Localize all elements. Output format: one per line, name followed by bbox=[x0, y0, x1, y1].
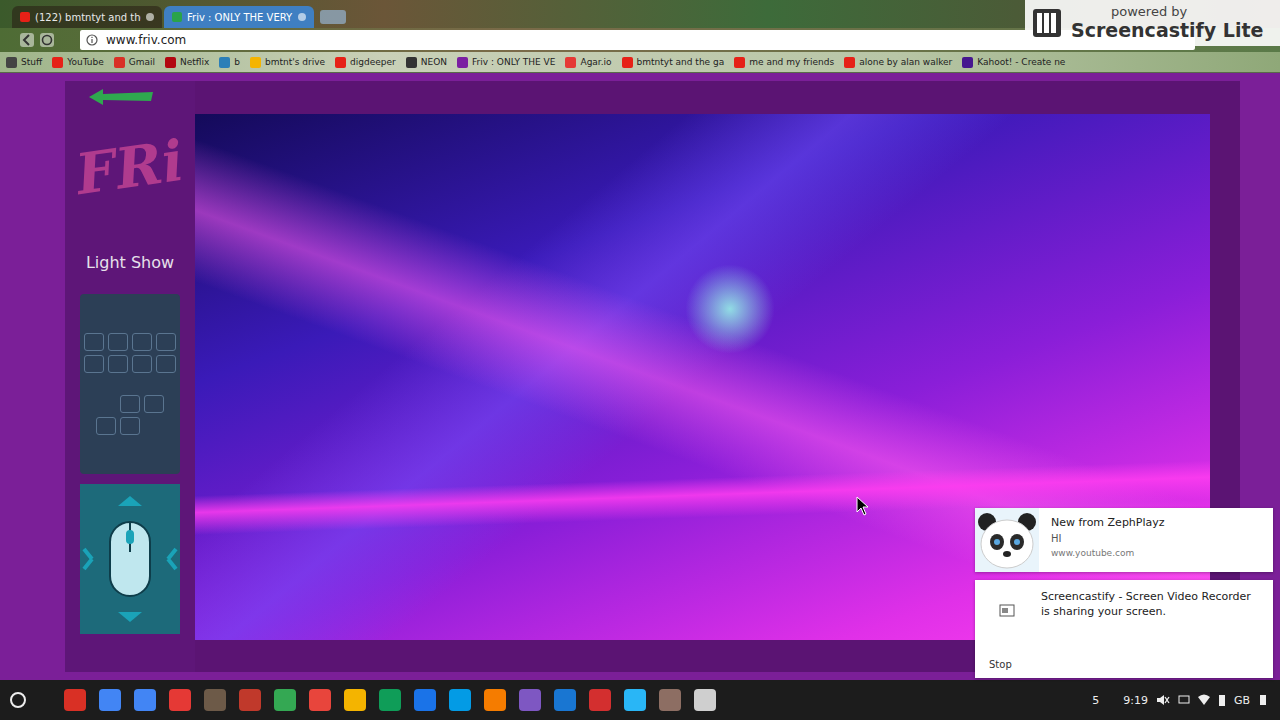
game-title: Light Show bbox=[86, 253, 174, 272]
screen-share-icon bbox=[1178, 694, 1190, 706]
bookmark[interactable]: alone by alan walker bbox=[844, 57, 952, 68]
app-icon[interactable] bbox=[624, 689, 646, 711]
bookmark-favicon-icon bbox=[962, 57, 973, 68]
reload-icon[interactable] bbox=[40, 33, 54, 47]
tab-favicon-icon bbox=[20, 12, 30, 22]
bookmark[interactable]: bmtntyt and the ga bbox=[622, 57, 725, 68]
app-icon[interactable] bbox=[344, 689, 366, 711]
bookmark-favicon-icon bbox=[6, 57, 17, 68]
mouse-icon bbox=[80, 494, 180, 624]
bookmark-favicon-icon bbox=[114, 57, 125, 68]
screencastify-notification: Screencastify - Screen Video Recorder is… bbox=[975, 580, 1273, 678]
app-list bbox=[26, 689, 1092, 711]
arrow-keys-icon bbox=[96, 395, 164, 435]
bookmark-favicon-icon bbox=[165, 57, 176, 68]
mouse-controls bbox=[80, 484, 180, 634]
bookmark-favicon-icon bbox=[457, 57, 468, 68]
bookmark[interactable]: b bbox=[219, 57, 240, 68]
app-icon[interactable] bbox=[204, 689, 226, 711]
light-glow bbox=[685, 264, 775, 354]
app-icon[interactable] bbox=[274, 689, 296, 711]
stop-button[interactable]: Stop bbox=[975, 659, 1273, 670]
bookmark-favicon-icon bbox=[52, 57, 63, 68]
browser-tab[interactable]: (122) bmtntyt and the g bbox=[12, 6, 162, 28]
app-icon[interactable] bbox=[484, 689, 506, 711]
notification-center: New from ZephPlayzHIwww.youtube.com Scree… bbox=[975, 508, 1273, 678]
input-locale: GB bbox=[1234, 694, 1250, 707]
keyboard-controls bbox=[80, 294, 180, 474]
bookmark[interactable]: Agar.io bbox=[565, 57, 611, 68]
back-arrow-icon[interactable] bbox=[87, 87, 157, 107]
app-icon[interactable] bbox=[64, 689, 86, 711]
screen: (122) bmtntyt and the gFriv : ONLY THE V… bbox=[0, 0, 1280, 720]
screen-share-icon bbox=[999, 604, 1015, 618]
bookmark[interactable]: me and my friends bbox=[734, 57, 834, 68]
status-tray[interactable]: 5 9:19 GB bbox=[1092, 694, 1270, 707]
app-icon[interactable] bbox=[99, 689, 121, 711]
app-icon[interactable] bbox=[169, 689, 191, 711]
app-icon[interactable] bbox=[379, 689, 401, 711]
bookmark-favicon-icon bbox=[219, 57, 230, 68]
back-icon[interactable] bbox=[20, 33, 34, 47]
game-sidebar: FRi Light Show bbox=[65, 81, 195, 672]
shelf: 5 9:19 GB bbox=[0, 680, 1280, 720]
panda-avatar-icon bbox=[975, 508, 1039, 572]
app-icon[interactable] bbox=[449, 689, 471, 711]
tab-close-icon[interactable] bbox=[298, 13, 306, 21]
battery-icon bbox=[1218, 694, 1226, 706]
bookmark-favicon-icon bbox=[734, 57, 745, 68]
app-icon[interactable] bbox=[519, 689, 541, 711]
bookmark[interactable]: NEON bbox=[406, 57, 447, 68]
bookmarks-bar: Stuff YouTube Gmail Netflix b bmtnt's drive di… bbox=[0, 52, 1280, 73]
app-icon[interactable] bbox=[589, 689, 611, 711]
bookmark-favicon-icon bbox=[335, 57, 346, 68]
tab-close-icon[interactable] bbox=[146, 13, 154, 21]
bookmark-favicon-icon bbox=[250, 57, 261, 68]
wifi-icon bbox=[1198, 694, 1210, 706]
keys-icon bbox=[84, 333, 176, 373]
friv-logo[interactable]: FRi bbox=[68, 100, 191, 234]
bookmark[interactable]: Friv : ONLY THE VE bbox=[457, 57, 555, 68]
app-icon[interactable] bbox=[134, 689, 156, 711]
bookmark[interactable]: digdeeper bbox=[335, 57, 396, 68]
screencastify-watermark: powered byScreencastify Lite bbox=[1025, 0, 1280, 46]
mouse-cursor-icon bbox=[856, 496, 870, 516]
bookmark[interactable]: Kahoot! - Create ne bbox=[962, 57, 1065, 68]
bookmark[interactable]: YouTube bbox=[52, 57, 104, 68]
app-icon[interactable] bbox=[659, 689, 681, 711]
app-icon[interactable] bbox=[414, 689, 436, 711]
bookmark[interactable]: Stuff bbox=[6, 57, 42, 68]
clock: 9:19 bbox=[1123, 694, 1148, 707]
battery-level-icon bbox=[1258, 694, 1268, 706]
app-icon[interactable] bbox=[554, 689, 576, 711]
app-icon[interactable] bbox=[239, 689, 261, 711]
bookmark-favicon-icon bbox=[622, 57, 633, 68]
tab-favicon-icon bbox=[172, 12, 182, 22]
bookmark[interactable]: bmtnt's drive bbox=[250, 57, 325, 68]
launcher-icon[interactable] bbox=[10, 692, 26, 708]
film-icon bbox=[1031, 7, 1063, 39]
notification-count[interactable]: 5 bbox=[1092, 694, 1099, 707]
browser-tab[interactable]: Friv : ONLY THE VERY BE bbox=[164, 6, 314, 28]
new-tab-button[interactable] bbox=[320, 10, 346, 24]
bookmark-favicon-icon bbox=[565, 57, 576, 68]
mute-icon bbox=[1156, 694, 1170, 706]
bookmark-favicon-icon bbox=[406, 57, 417, 68]
app-icon[interactable] bbox=[694, 689, 716, 711]
info-icon[interactable] bbox=[86, 34, 98, 46]
app-icon[interactable] bbox=[309, 689, 331, 711]
bookmark[interactable]: Netflix bbox=[165, 57, 209, 68]
bookmark-favicon-icon bbox=[844, 57, 855, 68]
bookmark[interactable]: Gmail bbox=[114, 57, 155, 68]
youtube-notification[interactable]: New from ZephPlayzHIwww.youtube.com bbox=[975, 508, 1273, 572]
